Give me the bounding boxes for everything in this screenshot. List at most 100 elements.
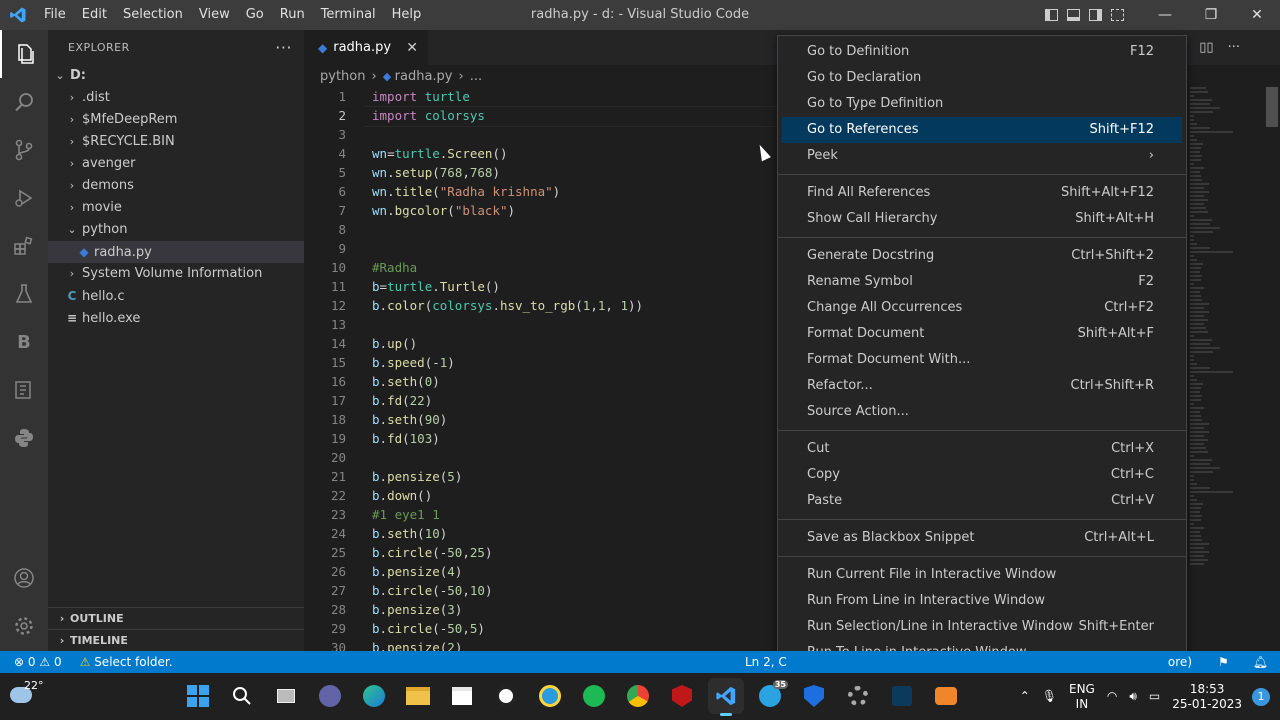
code-line[interactable]: 2 import colorsys <box>304 106 1174 127</box>
python-icon[interactable] <box>0 414 48 462</box>
context-menu-item[interactable]: Rename Symbol F2 <box>782 269 1182 295</box>
settings-gear-icon[interactable] <box>0 602 48 650</box>
notifications-bell-icon[interactable]: 🔔︎ <box>1241 655 1280 669</box>
context-menu-item[interactable]: Run Selection/Line in Interactive Window… <box>782 614 1182 640</box>
minimize-button[interactable]: — <box>1142 0 1188 30</box>
code-line[interactable]: 16 b.seth(0) <box>304 372 774 391</box>
teams-chat-icon[interactable] <box>312 678 348 714</box>
run-and-debug-icon[interactable] <box>0 174 48 222</box>
code-line[interactable]: 6 wn.title("Radha krishna") <box>304 182 774 201</box>
feedback-icon[interactable]: ⚑ <box>1206 655 1241 669</box>
show-hidden-icons-chevron-icon[interactable]: ⌃ <box>1014 689 1036 704</box>
telegram-icon[interactable]: 35 <box>752 678 788 714</box>
weather-widget[interactable]: 22° <box>10 679 50 713</box>
context-menu-item[interactable]: Find All References Shift+Alt+F12 <box>782 180 1182 206</box>
code-line[interactable]: 21 b.pensize(5) <box>304 467 774 486</box>
context-menu-item[interactable]: Generate Docstring Ctrl+Shift+2 <box>782 243 1182 269</box>
recorder-app-icon[interactable] <box>928 678 964 714</box>
toggle-panel-button[interactable] <box>1062 0 1084 30</box>
remote-explorer-icon[interactable] <box>0 366 48 414</box>
tree-item[interactable]: › System Volume Information <box>48 263 304 285</box>
context-menu-item[interactable]: Source Action... <box>782 399 1182 425</box>
code-line[interactable]: 22 b.down() <box>304 486 774 505</box>
code-line[interactable]: 9 <box>304 239 774 258</box>
tree-item[interactable]: › .dist <box>48 87 304 109</box>
menu-edit[interactable]: Edit <box>74 0 115 30</box>
tree-item[interactable]: ◆ radha.py <box>48 241 304 263</box>
code-editor[interactable]: 1 import turtle 2 import colorsys 3 4 wn=turtl… <box>304 87 1174 657</box>
context-menu-item[interactable]: Copy Ctrl+C <box>782 462 1182 488</box>
code-line[interactable]: 10 #Radha <box>304 258 774 277</box>
menu-view[interactable]: View <box>191 0 238 30</box>
menu-help[interactable]: Help <box>384 0 430 30</box>
code-line[interactable]: 27 b.circle(-50,10) <box>304 581 774 600</box>
cursor-position[interactable]: Ln 2, C <box>745 651 787 673</box>
context-menu-item[interactable]: Go to Definition F12 <box>782 39 1182 65</box>
more-actions-icon[interactable]: ··· <box>275 38 292 57</box>
minimap[interactable] <box>1190 87 1270 647</box>
code-line[interactable]: 12 b.color(colorsys.hsv_to_rgb(1,1, 1)) <box>304 296 774 315</box>
code-line[interactable]: 4 wn=turtle.Screen() <box>304 144 774 163</box>
timeline-section[interactable]: › TIMELINE <box>48 629 304 651</box>
code-line[interactable]: 29 b.circle(-50,5) <box>304 619 774 638</box>
context-menu-item[interactable]: Format Document Shift+Alt+F <box>782 321 1182 347</box>
code-line[interactable]: 13 <box>304 315 774 334</box>
code-line[interactable]: 1 import turtle <box>304 87 774 106</box>
microphone-icon[interactable]: 🎙︎ <box>1036 689 1063 704</box>
mcafee-icon[interactable] <box>664 678 700 714</box>
context-menu-item[interactable]: Change All Occurrences Ctrl+F2 <box>782 295 1182 321</box>
tree-item[interactable]: › avenger <box>48 153 304 175</box>
tree-item[interactable]: Chello.c <box>48 285 304 307</box>
battery-icon[interactable]: ▭ <box>1143 689 1166 704</box>
tree-item[interactable]: › movie <box>48 197 304 219</box>
accounts-icon[interactable] <box>0 554 48 602</box>
source-control-icon[interactable] <box>0 126 48 174</box>
explorer-icon[interactable] <box>0 30 48 78</box>
menu-run[interactable]: Run <box>272 0 313 30</box>
code-line[interactable]: 14 b.up() <box>304 334 774 353</box>
tree-item[interactable]: › demons <box>48 175 304 197</box>
testing-flask-icon[interactable] <box>0 270 48 318</box>
code-line[interactable]: 11 b=turtle.Turtle() <box>304 277 774 296</box>
menu-terminal[interactable]: Terminal <box>313 0 384 30</box>
breadcrumb-file[interactable]: radha.py <box>395 69 453 84</box>
github-icon[interactable] <box>488 678 524 714</box>
breadcrumb-folder[interactable]: python <box>320 69 365 84</box>
toggle-secondary-sidebar-button[interactable] <box>1084 0 1106 30</box>
code-line[interactable]: 24 b.seth(10) <box>304 524 774 543</box>
problems-status[interactable]: ⊗ 0 ⚠ 0 <box>0 651 70 673</box>
editor-scrollbar[interactable] <box>1266 87 1278 127</box>
code-line[interactable]: 26 b.pensize(4) <box>304 562 774 581</box>
tree-item[interactable]: › $MfeDeepRem <box>48 109 304 131</box>
vscode-taskbar-icon[interactable] <box>708 678 744 716</box>
tree-item[interactable]: ≡ hello.exe <box>48 307 304 329</box>
code-line[interactable]: 8 <box>304 220 774 239</box>
menu-selection[interactable]: Selection <box>115 0 191 30</box>
terminal-app-icon[interactable] <box>884 678 920 714</box>
close-tab-icon[interactable]: ✕ <box>406 40 418 56</box>
python-app-icon[interactable] <box>532 678 568 714</box>
tree-item[interactable]: › $RECYCLE.BIN <box>48 131 304 153</box>
volume-icon[interactable]: 🔊︎ <box>1123 689 1143 704</box>
code-line[interactable]: 7 wn.bgcolor("black") <box>304 201 774 220</box>
tree-item[interactable]: ⌄ D: <box>48 65 304 87</box>
menu-go[interactable]: Go <box>238 0 272 30</box>
edge-browser-icon[interactable] <box>356 678 392 714</box>
context-menu-item[interactable]: Run From Line in Interactive Window <box>782 588 1182 614</box>
clock[interactable]: 18:53 25-01-2023 <box>1166 682 1248 712</box>
code-line[interactable]: 5 wn.setup(768,768) <box>304 163 774 182</box>
outline-section[interactable]: › OUTLINE <box>48 607 304 629</box>
context-menu-item[interactable]: Show Call Hierarchy Shift+Alt+H <box>782 206 1182 232</box>
language-status[interactable]: ore) <box>1168 655 1206 669</box>
select-folder-status[interactable]: ⚠ Select folder. <box>70 651 181 673</box>
code-line[interactable]: 23 #1 eye1 1 <box>304 505 774 524</box>
defender-shield-icon[interactable] <box>796 678 832 714</box>
wifi-icon[interactable]: ◠ <box>1101 689 1123 704</box>
code-line[interactable]: 3 <box>304 125 774 144</box>
taskbar-search-icon[interactable] <box>224 678 260 714</box>
code-line[interactable]: 17 b.fd(22) <box>304 391 774 410</box>
file-explorer-icon[interactable] <box>400 678 436 714</box>
spotify-icon[interactable] <box>576 678 612 714</box>
context-menu-item[interactable]: Refactor... Ctrl+Shift+R <box>782 373 1182 399</box>
blackbox-icon[interactable]: B <box>0 318 48 366</box>
